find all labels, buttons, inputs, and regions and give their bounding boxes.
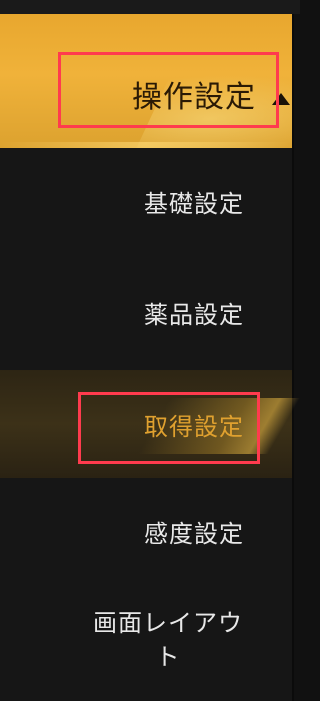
menu-item-medicine-settings[interactable]: 薬品設定 bbox=[0, 259, 292, 367]
settings-menu: 操作設定 基礎設定 薬品設定 取得設定 感度設定 画面レイアウ ト bbox=[0, 14, 300, 701]
menu-item-sensitivity-settings[interactable]: 感度設定 bbox=[0, 478, 292, 586]
menu-item-basic-settings[interactable]: 基礎設定 bbox=[0, 148, 292, 256]
settings-screen: 操作設定 基礎設定 薬品設定 取得設定 感度設定 画面レイアウ ト bbox=[0, 0, 300, 701]
menu-item-pickup-settings[interactable]: 取得設定 bbox=[0, 370, 300, 478]
menu-item-label-line2: ト bbox=[155, 643, 181, 671]
menu-item-label: 基礎設定 bbox=[144, 190, 244, 218]
top-strip bbox=[0, 0, 300, 14]
menu-item-label: 薬品設定 bbox=[144, 301, 244, 329]
highlight-box-header bbox=[58, 52, 279, 128]
category-header-operation[interactable]: 操作設定 bbox=[0, 14, 292, 148]
menu-item-label-line1: 画面レイアウ bbox=[93, 609, 243, 637]
menu-item-label: 感度設定 bbox=[144, 520, 244, 548]
menu-item-screen-layout[interactable]: 画面レイアウ ト bbox=[0, 586, 292, 694]
highlight-box-item bbox=[78, 392, 260, 464]
menu-item-label: 画面レイアウ ト bbox=[70, 606, 266, 674]
